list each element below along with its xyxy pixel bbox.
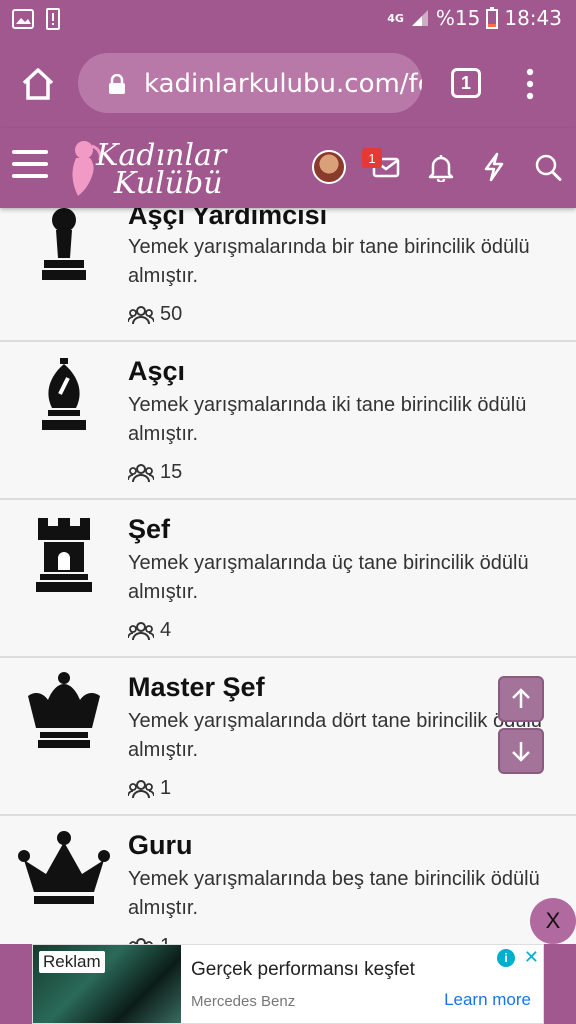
ad-learn-more-link[interactable]: Learn more (444, 990, 531, 1010)
menu-icon[interactable] (12, 150, 48, 182)
close-ad-button[interactable]: X (530, 898, 576, 944)
url-text: kadinlarkulubu.com/fo (144, 69, 422, 99)
ad-banner-area: Reklam Gerçek performansı keşfet Mercede… (0, 944, 576, 1024)
ad-banner[interactable]: Reklam Gerçek performansı keşfet Mercede… (32, 944, 544, 1024)
badge-title: Şef (128, 514, 171, 544)
scroll-up-button[interactable] (498, 676, 544, 722)
chess-pawn-icon (42, 208, 86, 280)
battery-percent: %15 (435, 6, 481, 30)
ad-info-icon[interactable]: i (497, 949, 515, 967)
site-header: Kadınlar Kulübü 1 (0, 128, 576, 208)
logo-text-line2: Kulübü (114, 166, 223, 201)
badge-description: Yemek yarışmalarında üç tane birincilik … (128, 552, 529, 603)
alert-icon (46, 8, 60, 30)
home-icon[interactable] (20, 66, 56, 102)
badge-description: Yemek yarışmalarında iki tane birincilik… (128, 394, 527, 445)
users-icon (128, 779, 154, 798)
arrow-up-icon (512, 688, 530, 708)
ad-title: Gerçek performansı keşfet (191, 959, 415, 980)
list-item: Şef Yemek yarışmalarında üç tane birinci… (0, 500, 576, 658)
list-item: Guru Yemek yarışmalarında beş tane birin… (0, 816, 576, 944)
search-icon[interactable] (534, 152, 562, 182)
chess-queen-icon (28, 672, 100, 748)
badge-title: Aşçı (128, 356, 186, 386)
badge-count-value: 15 (160, 461, 183, 483)
lightning-icon[interactable] (482, 152, 506, 182)
address-bar[interactable]: kadinlarkulubu.com/fo (78, 53, 422, 113)
badge-title: Guru (128, 830, 193, 860)
crown-icon (18, 831, 110, 904)
users-icon (128, 305, 154, 324)
clock: 18:43 (504, 6, 562, 30)
badge-member-count[interactable]: 50 (128, 303, 182, 326)
browser-toolbar: kadinlarkulubu.com/fo 1 (0, 40, 576, 128)
signal-icon (411, 10, 428, 26)
list-item: Master Şef Yemek yarışmalarında dört tan… (0, 658, 576, 816)
badge-member-count[interactable]: 1 (128, 935, 171, 944)
list-item: Aşçı Yardımcısı Yemek yarışmalarında bir… (0, 208, 576, 342)
lock-icon (109, 74, 125, 94)
gallery-icon (12, 9, 34, 29)
badge-count-value: 4 (160, 619, 172, 641)
chess-rook-icon (36, 518, 92, 592)
badge-description: Yemek yarışmalarında bir tane birincilik… (128, 236, 530, 287)
badge-description: Yemek yarışmalarında beş tane birincilik… (128, 868, 540, 919)
arrow-down-icon (512, 742, 530, 762)
avatar[interactable] (312, 150, 346, 184)
ad-label: Reklam (39, 951, 105, 973)
scroll-down-button[interactable] (498, 728, 544, 774)
badge-count-value: 1 (160, 777, 172, 799)
ad-advertiser: Mercedes Benz (191, 993, 296, 1010)
status-bar: 4G %15 18:43 (0, 0, 576, 40)
users-icon (129, 937, 153, 944)
badge-member-count[interactable]: 1 (128, 777, 171, 800)
ad-close-icon[interactable]: ✕ (524, 947, 539, 968)
site-logo[interactable]: Kadınlar Kulübü (66, 136, 236, 201)
list-item: Aşçı Yemek yarışmalarında iki tane birin… (0, 342, 576, 500)
tab-switcher-button[interactable]: 1 (451, 68, 481, 98)
chess-bishop-icon (42, 358, 86, 430)
bell-icon[interactable] (428, 152, 454, 182)
network-type: 4G (387, 11, 404, 25)
battery-icon (486, 7, 499, 29)
users-icon (128, 621, 154, 640)
badge-list: Aşçı Yardımcısı Yemek yarışmalarında bir… (0, 208, 576, 944)
more-options-icon[interactable] (520, 68, 540, 100)
badge-count-value: 1 (160, 935, 171, 944)
notification-badge: 1 (362, 148, 382, 168)
badge-count-value: 50 (160, 303, 183, 325)
badge-member-count[interactable]: 15 (128, 461, 182, 484)
users-icon (128, 463, 154, 482)
badge-member-count[interactable]: 4 (128, 619, 171, 642)
badge-title: Aşçı Yardımcısı (128, 208, 328, 230)
badge-title: Master Şef (128, 672, 265, 702)
